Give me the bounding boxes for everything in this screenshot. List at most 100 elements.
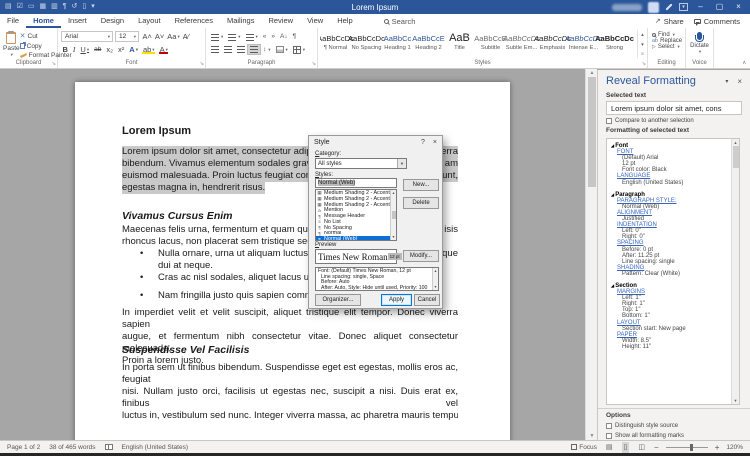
select-button[interactable]: ▷Select▾: [652, 44, 682, 50]
dialog-help-icon[interactable]: ?: [421, 139, 425, 146]
focus-mode-button[interactable]: Focus: [571, 444, 597, 451]
paste-button[interactable]: Paste ▾: [3, 30, 20, 58]
shading-icon[interactable]: ▾: [274, 45, 290, 54]
shrink-font-icon[interactable]: A˅: [153, 31, 165, 42]
tree-scroll-thumb[interactable]: [733, 146, 739, 168]
font-size-combo[interactable]: 12 ▾: [115, 31, 139, 42]
qat-more-icon[interactable]: ▾: [91, 0, 95, 14]
word-count-status[interactable]: 38 of 465 words: [49, 444, 95, 451]
comments-button[interactable]: Comments: [694, 17, 740, 26]
zoom-slider-knob[interactable]: [690, 444, 693, 451]
print-icon[interactable]: ▥: [51, 0, 58, 14]
styles-dialog-launcher-icon[interactable]: ⇘: [642, 61, 646, 67]
multilevel-list-icon[interactable]: ▾: [244, 33, 260, 42]
tab-layout[interactable]: Layout: [131, 14, 168, 28]
gallery-up-icon[interactable]: ▲: [640, 32, 644, 37]
language-status[interactable]: English (United States): [122, 444, 188, 451]
save-icon[interactable]: ▤: [5, 0, 12, 14]
new-document-icon[interactable]: ▯: [82, 0, 86, 14]
pilcrow-icon[interactable]: ¶: [63, 0, 67, 14]
paste-dropdown-icon[interactable]: ▾: [11, 52, 13, 58]
print-layout-button[interactable]: ▯: [622, 442, 630, 453]
increase-indent-icon[interactable]: »: [269, 32, 277, 42]
clipboard-dialog-launcher-icon[interactable]: ⇘: [52, 61, 56, 67]
align-right-icon[interactable]: [235, 45, 247, 54]
organizer-button[interactable]: Organizer...: [315, 294, 361, 306]
tab-view[interactable]: View: [300, 14, 330, 28]
window-icon[interactable]: ▭: [28, 0, 35, 14]
clear-formatting-icon[interactable]: A∕: [181, 31, 190, 42]
search-box[interactable]: Search: [384, 17, 416, 26]
font-color-icon[interactable]: A▾: [158, 44, 169, 55]
dialog-close-icon[interactable]: ×: [433, 139, 437, 146]
sort-icon[interactable]: A↓: [278, 32, 290, 42]
document-page[interactable]: Lorem Ipsum Lorem ipsum dolor sit amet, …: [75, 82, 510, 440]
new-style-button[interactable]: New...: [403, 179, 439, 191]
distinguish-style-source-checkbox[interactable]: Distinguish style source: [598, 420, 750, 430]
panel-menu-icon[interactable]: ▾: [725, 78, 728, 85]
apply-button[interactable]: Apply: [381, 294, 412, 306]
style-gallery-item-heading-2[interactable]: AaBbCcEHeading 2: [413, 30, 444, 58]
tab-review[interactable]: Review: [261, 14, 300, 28]
styles-list[interactable]: ▲ ▼ ▦Medium Shading 2 - Accent 4▦Medium …: [315, 189, 397, 241]
page-number-status[interactable]: Page 1 of 2: [7, 444, 40, 451]
modify-style-button[interactable]: Modify...: [403, 250, 439, 262]
line-spacing-icon[interactable]: ↕▾: [261, 45, 273, 55]
grow-font-icon[interactable]: A˄: [141, 31, 153, 42]
style-gallery-item-strong[interactable]: AaBbCcDcStrong: [599, 30, 630, 58]
tree-scrollbar[interactable]: ▲ ▼: [731, 139, 739, 404]
tab-home[interactable]: Home: [26, 14, 61, 28]
web-layout-button[interactable]: ◫: [636, 442, 647, 453]
style-gallery-item-normal[interactable]: AaBbCcDc¶ Normal: [320, 30, 351, 58]
proofing-status[interactable]: [105, 444, 113, 450]
panel-close-icon[interactable]: ×: [737, 77, 742, 86]
document-scrollbar[interactable]: ▲ ▼: [585, 69, 597, 440]
underline-icon[interactable]: U▾: [79, 44, 91, 55]
close-button[interactable]: ×: [732, 0, 745, 14]
strikethrough-icon[interactable]: ab: [93, 44, 103, 55]
show-formatting-marks-icon[interactable]: ¶: [291, 32, 299, 42]
font-name-combo[interactable]: Arial ▾: [61, 31, 113, 42]
superscript-icon[interactable]: x²: [117, 44, 126, 55]
spellcheck-icon[interactable]: ☑: [17, 0, 23, 14]
read-mode-button[interactable]: ▤: [604, 442, 615, 453]
show-formatting-marks-checkbox[interactable]: Show all formatting marks: [598, 430, 750, 440]
style-gallery-item-heading-1[interactable]: AaBbCcHeading 1: [382, 30, 413, 58]
style-dialog-titlebar[interactable]: Style ? ×: [309, 136, 442, 148]
collapse-ribbon-icon[interactable]: ˄: [742, 61, 746, 67]
ink-pen-icon[interactable]: [665, 3, 672, 10]
selected-text-box[interactable]: Lorem ipsum dolor sit amet, cons: [606, 101, 742, 115]
tab-help[interactable]: Help: [330, 14, 359, 28]
tab-references[interactable]: References: [168, 14, 220, 28]
style-name-input[interactable]: Normal (Web): [315, 178, 397, 188]
style-gallery-item-no-spacing[interactable]: AaBbCcDcNo Spacing: [351, 30, 382, 58]
tab-mailings[interactable]: Mailings: [220, 14, 262, 28]
style-gallery-item-title[interactable]: AaBTitle: [444, 30, 475, 58]
tab-file[interactable]: File: [0, 14, 26, 28]
numbered-list-icon[interactable]: ▾: [226, 33, 242, 42]
font-dialog-launcher-icon[interactable]: ⇘: [200, 61, 204, 67]
dictate-dropdown-icon[interactable]: ▾: [699, 49, 701, 55]
text-effects-icon[interactable]: A▾: [128, 44, 140, 55]
align-center-icon[interactable]: [222, 45, 234, 54]
delete-style-button[interactable]: Delete: [403, 197, 439, 209]
style-gallery-item-emphasis[interactable]: AaBbCcDcEmphasis: [537, 30, 568, 58]
desc-scroll-down-icon[interactable]: ▼: [434, 285, 437, 289]
zoom-out-button[interactable]: −: [654, 443, 659, 452]
user-avatar[interactable]: [648, 2, 659, 13]
paragraph-dialog-launcher-icon[interactable]: ⇘: [312, 61, 316, 67]
zoom-in-button[interactable]: +: [715, 443, 720, 452]
zoom-level[interactable]: 120%: [726, 444, 743, 451]
tree-scroll-up-icon[interactable]: ▲: [734, 140, 738, 145]
desc-scroll-up-icon[interactable]: ▲: [434, 269, 437, 273]
tree-scroll-down-icon[interactable]: ▼: [734, 398, 738, 403]
restore-button[interactable]: ▢: [713, 0, 726, 14]
borders-icon[interactable]: ▾: [291, 45, 307, 55]
style-gallery-item-subtle-em[interactable]: AaBbCcDcSubtle Em...: [506, 30, 537, 58]
justify-icon[interactable]: [248, 45, 260, 54]
share-button[interactable]: ↗ Share: [655, 17, 684, 26]
grid-icon[interactable]: ▦: [40, 0, 47, 14]
bullet-list-icon[interactable]: ▾: [209, 33, 225, 42]
cancel-button[interactable]: Cancel: [414, 294, 440, 306]
gallery-more-icon[interactable]: ≡: [641, 51, 644, 56]
